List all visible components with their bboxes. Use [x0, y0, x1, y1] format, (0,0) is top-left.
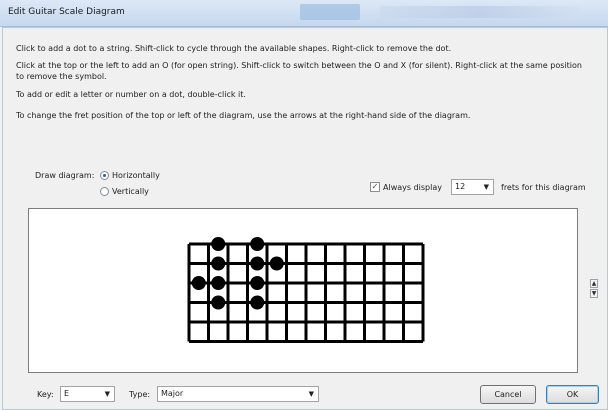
scale-dot[interactable]	[250, 237, 265, 251]
chevron-down-icon: ▼	[308, 390, 314, 398]
type-value: Major	[161, 389, 184, 398]
instruction-open-string: Click at the top or the left to add an O…	[16, 61, 582, 81]
instruction-fret-position: To change the fret position of the top o…	[16, 111, 471, 120]
type-label: Type:	[129, 390, 151, 399]
vertically-label: Vertically	[112, 187, 149, 196]
key-value: E	[64, 389, 70, 398]
always-display-checkbox[interactable]: ✓	[370, 182, 380, 192]
scale-dot[interactable]	[211, 256, 226, 271]
chevron-down-icon: ▼	[104, 390, 110, 398]
horizontally-radio[interactable]	[100, 171, 109, 180]
scale-dot[interactable]	[191, 276, 206, 290]
title-bar: Edit Guitar Scale Diagram	[0, 0, 608, 27]
scale-diagram[interactable]	[28, 208, 578, 373]
scale-dot[interactable]	[211, 237, 226, 251]
title-bar-glass-decoration	[300, 4, 360, 20]
scale-dot[interactable]	[269, 256, 284, 271]
key-label: Key:	[37, 390, 54, 399]
always-display-label: Always display	[383, 183, 442, 192]
scale-dot[interactable]	[211, 295, 226, 310]
type-dropdown[interactable]: Major ▼	[157, 386, 319, 402]
key-dropdown[interactable]: E ▼	[60, 386, 115, 402]
chevron-down-icon: ▼	[483, 183, 489, 191]
scale-dot[interactable]	[250, 256, 265, 271]
arrow-up-icon[interactable]: ▲	[590, 279, 598, 288]
fretboard[interactable]	[29, 209, 577, 372]
fret-count-value: 12	[455, 182, 466, 191]
draw-diagram-label: Draw diagram:	[35, 171, 95, 180]
instruction-add-dot: Click to add a dot to a string. Shift-cl…	[16, 44, 452, 53]
scale-dot[interactable]	[211, 276, 226, 290]
fret-count-dropdown[interactable]: 12 ▼	[451, 179, 494, 195]
instruction-edit-letter: To add or edit a letter or number on a d…	[16, 90, 246, 99]
arrow-down-icon[interactable]: ▼	[590, 289, 598, 298]
title-bar-background-decoration	[380, 6, 580, 18]
frets-suffix-label: frets for this diagram	[501, 183, 586, 192]
vertically-radio[interactable]	[100, 187, 109, 196]
ok-button[interactable]: OK	[546, 385, 599, 404]
window-title: Edit Guitar Scale Diagram	[8, 7, 125, 17]
scale-dot[interactable]	[250, 276, 265, 290]
horizontally-label: Horizontally	[112, 171, 160, 180]
cancel-button[interactable]: Cancel	[480, 385, 536, 404]
scale-dot[interactable]	[250, 295, 265, 310]
